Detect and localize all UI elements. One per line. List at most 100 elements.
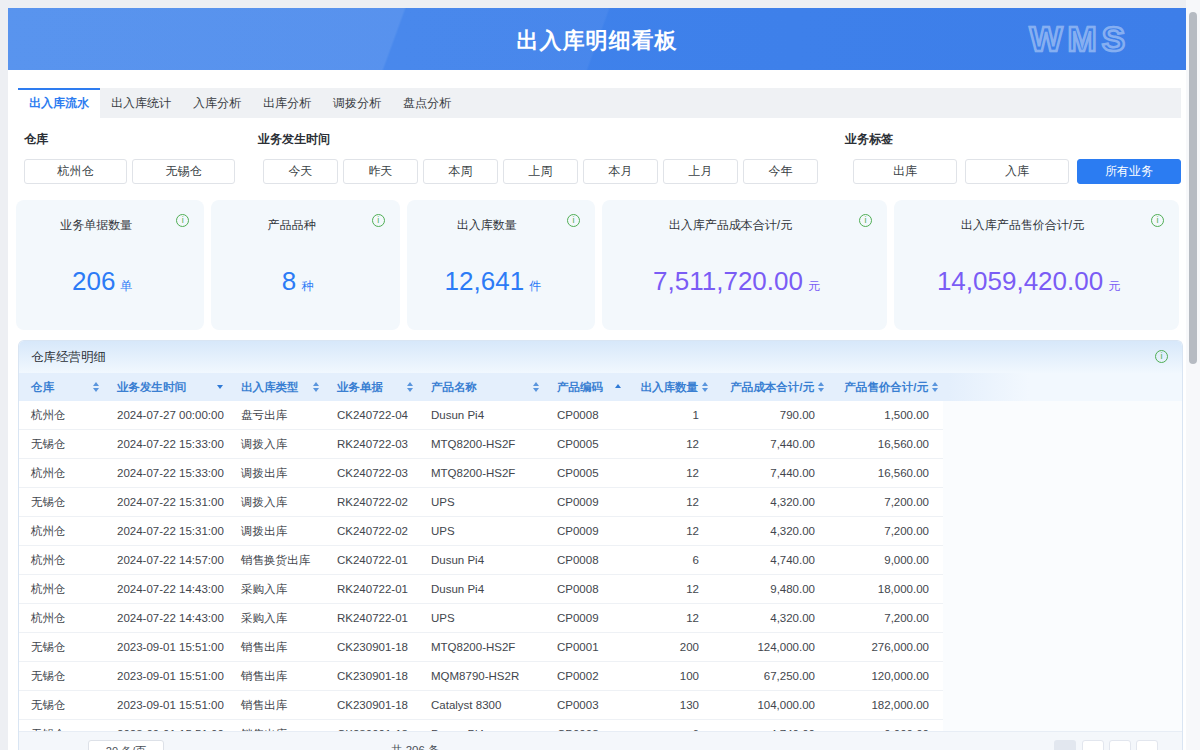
column-header[interactable]: 产品名称 [419, 373, 545, 401]
scrollbar-thumb[interactable] [1189, 12, 1197, 364]
table-cell: 7,440.00 [713, 438, 829, 450]
table-cell: CK240722-01 [325, 554, 419, 566]
table-row: 杭州仓2024-07-22 14:43:00采购入库RK240722-01UPS… [19, 604, 943, 633]
table-cell: CK240722-03 [325, 467, 419, 479]
pagination-prev-button[interactable] [1054, 740, 1076, 750]
table-cell: CP0002 [545, 670, 627, 682]
info-icon[interactable]: i [859, 214, 872, 227]
table-cell: 67,250.00 [713, 670, 829, 682]
tab-2[interactable]: 出入库统计 [100, 88, 182, 118]
table-cell: Dusun Pi4 [419, 554, 545, 566]
table-cell: 调拨出库 [229, 524, 325, 539]
table-cell: 销售出库 [229, 640, 325, 655]
filter-button[interactable]: 无锡仓 [132, 159, 235, 184]
stat-card-title: 产品品种 [211, 217, 371, 234]
table-cell: 200 [627, 641, 713, 653]
table-cell: 12 [627, 438, 713, 450]
table-cell: CP0008 [545, 583, 627, 595]
tab-4[interactable]: 出库分析 [252, 88, 322, 118]
pagination-page-button[interactable] [1082, 740, 1104, 750]
table-row: 无锡仓2024-07-22 15:33:00调拨入库RK240722-03MTQ… [19, 430, 943, 459]
table-cell: RK240722-02 [325, 496, 419, 508]
table-cell: CK240722-02 [325, 525, 419, 537]
sort-icon[interactable] [217, 385, 223, 389]
filter-button[interactable]: 上周 [503, 159, 578, 184]
table-body: 杭州仓2024-07-27 00:00:00盘亏出库CK240722-04Dus… [19, 401, 1182, 749]
scrollbar-track[interactable] [1186, 0, 1200, 750]
table-cell: UPS [419, 525, 545, 537]
filter-button[interactable]: 今年 [743, 159, 818, 184]
table-cell: CP0001 [545, 641, 627, 653]
info-icon[interactable]: i [1151, 214, 1164, 227]
tab-1[interactable]: 出入库流水 [18, 88, 100, 118]
filter-group-warehouse: 仓库杭州仓无锡仓 [24, 131, 240, 184]
filter-button[interactable]: 上月 [663, 159, 738, 184]
stat-card-value: 12,641件 [407, 266, 579, 297]
table-cell: Dusun Pi4 [419, 409, 545, 421]
table-cell: CP0003 [545, 699, 627, 711]
table-cell: 无锡仓 [19, 669, 105, 684]
table-cell: MTQ8200-HS2F [419, 438, 545, 450]
table-cell: 130 [627, 699, 713, 711]
sort-icon[interactable] [93, 382, 99, 392]
stat-card-value: 14,059,420.00元 [894, 266, 1163, 297]
stat-card: 出入库数量i12,641件 [407, 200, 595, 330]
table-cell: 12 [627, 583, 713, 595]
filter-button[interactable]: 本月 [583, 159, 658, 184]
pagination-next-button[interactable] [1136, 740, 1158, 750]
table-cell: 调拨出库 [229, 466, 325, 481]
pagination-page-button[interactable] [1109, 740, 1131, 750]
info-icon[interactable]: i [176, 214, 189, 227]
tab-3[interactable]: 入库分析 [182, 88, 252, 118]
column-header[interactable]: 出入库数量 [627, 373, 713, 401]
table-row: 杭州仓2024-07-22 14:43:00采购入库RK240722-01Dus… [19, 575, 943, 604]
table-cell: 182,000.00 [829, 699, 943, 711]
info-icon[interactable]: i [567, 214, 580, 227]
table-cell: MTQ8200-HS2F [419, 467, 545, 479]
column-header[interactable]: 出入库类型 [229, 373, 325, 401]
table-title-bar: 仓库经营明细 i [19, 341, 1182, 373]
filter-button[interactable]: 所有业务 [1077, 159, 1181, 184]
sort-icon[interactable] [932, 382, 938, 392]
table-cell: 采购入库 [229, 582, 325, 597]
column-header[interactable]: 仓库 [19, 373, 105, 401]
filter-button[interactable]: 杭州仓 [24, 159, 127, 184]
stat-card: 产品品种i8种 [211, 200, 399, 330]
column-header[interactable]: 产品成本合计/元 [713, 373, 829, 401]
column-header[interactable]: 业务单据 [325, 373, 419, 401]
table-cell: 6 [627, 554, 713, 566]
table-cell: 2024-07-22 15:31:00 [105, 496, 229, 508]
table-cell: 9,480.00 [713, 583, 829, 595]
sort-icon[interactable] [313, 382, 319, 392]
table-cell: 无锡仓 [19, 640, 105, 655]
info-icon[interactable]: i [372, 214, 385, 227]
filter-button[interactable]: 今天 [263, 159, 338, 184]
info-icon[interactable]: i [1155, 350, 1168, 363]
table-cell: 杭州仓 [19, 408, 105, 423]
filter-button[interactable]: 出库 [853, 159, 957, 184]
table-cell: CK230901-18 [325, 641, 419, 653]
column-header[interactable]: 产品售价合计/元 [829, 373, 943, 401]
table-row: 无锡仓2024-07-22 15:31:00调拨入库RK240722-02UPS… [19, 488, 943, 517]
sort-icon[interactable] [818, 382, 824, 392]
sort-icon[interactable] [702, 382, 708, 392]
table-cell: CP0009 [545, 496, 627, 508]
table-cell: MQM8790-HS2R [419, 670, 545, 682]
column-header[interactable]: 产品编码 [545, 373, 627, 401]
table-cell: 1 [627, 409, 713, 421]
sort-icon[interactable] [533, 382, 539, 392]
table-cell: CP0005 [545, 438, 627, 450]
filter-button[interactable]: 本周 [423, 159, 498, 184]
tab-6[interactable]: 盘点分析 [392, 88, 462, 118]
filter-button[interactable]: 入库 [965, 159, 1069, 184]
sort-icon[interactable] [615, 384, 621, 390]
table-cell: CK230901-18 [325, 699, 419, 711]
page-size-select[interactable]: 20 条/页 [88, 740, 164, 750]
filter-button[interactable]: 昨天 [343, 159, 418, 184]
table-cell: Catalyst 8300 [419, 699, 545, 711]
column-header[interactable]: 业务发生时间 [105, 373, 229, 401]
table-cell: 104,000.00 [713, 699, 829, 711]
tab-5[interactable]: 调拨分析 [322, 88, 392, 118]
sort-icon[interactable] [407, 382, 413, 392]
stat-card-value: 7,511,720.00元 [602, 266, 871, 297]
